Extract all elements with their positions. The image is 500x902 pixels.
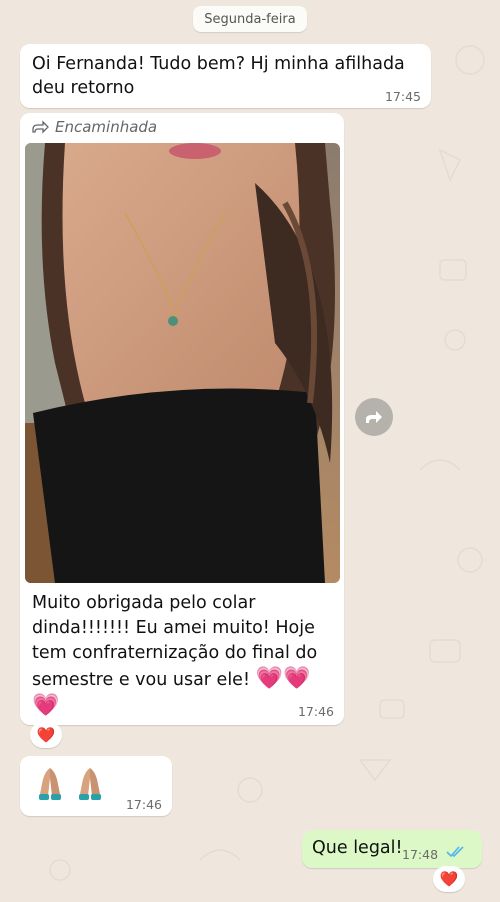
message-time: 17:46 — [297, 704, 334, 719]
forwarded-icon — [32, 120, 49, 134]
folded-hands-icon — [79, 768, 101, 800]
incoming-message[interactable]: 17:46 — [20, 756, 172, 816]
forwarded-photo-message[interactable]: Encaminhada Muito obrigada pelo colar di… — [20, 113, 344, 725]
read-receipt-icon — [446, 846, 464, 858]
heart-icon: ❤️ — [36, 726, 56, 744]
heart-reaction[interactable]: ❤️ — [433, 866, 465, 892]
heart-icon: ❤️ — [439, 870, 459, 888]
incoming-message[interactable]: Oi Fernanda! Tudo bem? Hj minha afilhada… — [20, 44, 431, 108]
forward-arrow-icon — [366, 411, 382, 423]
emoji-row — [36, 766, 104, 802]
photo-caption: Muito obrigada pelo colar dinda!!!!!!! E… — [32, 591, 334, 720]
heart-reaction[interactable]: ❤️ — [30, 722, 62, 748]
message-text: Oi Fernanda! Tudo bem? Hj minha afilhada… — [32, 54, 405, 98]
date-separator: Segunda-feira — [193, 6, 307, 32]
folded-hands-icon — [39, 768, 61, 800]
message-text: Que legal! — [312, 838, 403, 858]
message-time: 17:46 — [125, 797, 162, 812]
message-time: 17:48 — [402, 847, 439, 862]
message-time: 17:45 — [384, 89, 421, 104]
date-separator-label: Segunda-feira — [204, 11, 296, 27]
photo-image — [25, 143, 340, 583]
message-photo[interactable] — [25, 143, 340, 583]
outgoing-message[interactable]: Que legal! 17:48 — [302, 830, 482, 868]
forward-button[interactable] — [355, 398, 393, 436]
forwarded-label: Encaminhada — [55, 118, 158, 136]
forwarded-indicator: Encaminhada — [31, 118, 157, 136]
